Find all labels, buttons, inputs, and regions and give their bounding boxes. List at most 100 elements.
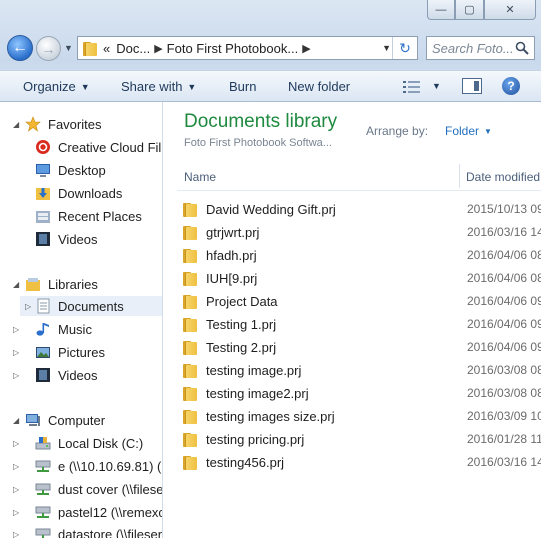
file-row[interactable]: Testing 1.prj 2016/04/06 09:10 [183,313,541,335]
sidebar-item-recent-places[interactable]: Recent Places [35,206,142,226]
network-drive-icon [35,506,51,518]
file-date: 2016/04/06 09:10 [467,317,541,331]
expand-arrow-icon[interactable]: ▷ [13,325,19,334]
preview-pane-icon[interactable] [462,78,482,94]
chevron-right-icon[interactable]: ▶ [154,42,162,55]
address-segment-documents[interactable]: Doc... [116,41,150,56]
folder-icon [183,431,197,447]
file-row[interactable]: hfadh.prj 2016/04/06 08:41 [183,244,541,266]
refresh-button[interactable]: ↻ [392,37,417,59]
sidebar-item-network-datastore[interactable]: ▷ datastore (\\fileserver) [13,524,163,538]
search-placeholder: Search Foto... [432,40,514,56]
column-header-name[interactable]: Name [184,170,216,184]
file-date: 2016/04/06 08:41 [467,248,541,262]
minimize-icon: — [435,3,447,16]
sidebar-item-label: Downloads [58,185,123,201]
sidebar-item-network-e[interactable]: ▷ e (\\10.10.69.81) (E:) [13,456,162,476]
navigation-pane: ◢ Favorites Creative Cloud Files Desktop… [0,102,163,538]
chevron-right-icon[interactable]: ▶ [302,42,310,55]
help-button[interactable]: ? [502,77,520,95]
close-button[interactable]: ✕ [484,0,536,20]
file-date: 2016/03/16 14:20 [467,225,541,239]
file-date: 2015/10/13 09:12 [467,202,541,216]
file-name: Testing 1.prj [206,316,277,332]
expand-arrow-icon[interactable]: ▷ [13,508,19,517]
expand-arrow-icon[interactable]: ▷ [25,302,31,311]
sidebar-item-documents[interactable]: ▷ Documents [20,296,162,316]
network-drive-icon [35,460,51,472]
column-divider[interactable] [459,164,460,188]
address-bar[interactable]: « Doc... ▶ Foto First Photobook... ▶ ▼ ↻ [77,36,418,60]
burn-button[interactable]: Burn [229,79,256,94]
chevron-down-icon[interactable]: ▼ [432,81,441,91]
share-with-button[interactable]: Share with ▼ [121,79,196,94]
file-row[interactable]: Project Data 2016/04/06 09:02 [183,290,541,312]
expand-arrow-icon[interactable]: ▷ [13,371,19,380]
file-row[interactable]: testing image2.prj 2016/03/08 08:35 [183,382,541,404]
sidebar-group-favorites[interactable]: ◢ Favorites [13,114,101,134]
local-disk-icon [35,437,51,450]
expand-arrow-icon[interactable]: ◢ [13,280,19,289]
downloads-icon [36,188,50,200]
expand-arrow-icon[interactable]: ◢ [13,120,19,129]
sidebar-item-videos[interactable]: Videos [35,229,98,249]
desktop-icon [36,164,50,177]
new-folder-button[interactable]: New folder [288,79,350,94]
sidebar-item-label: Desktop [58,162,106,178]
expand-arrow-icon[interactable]: ▷ [13,485,19,494]
library-subtitle[interactable]: Foto First Photobook Softwa... [184,137,332,149]
address-overflow-chevron[interactable]: « [103,41,110,56]
sidebar-item-local-disk[interactable]: ▷ Local Disk (C:) [13,433,143,453]
folder-icon [183,224,197,240]
search-icon [515,41,529,55]
column-header-date-modified[interactable]: Date modified [466,170,540,184]
file-row[interactable]: testing pricing.prj 2016/01/28 11:40 [183,428,541,450]
sidebar-item-network-dust-cover[interactable]: ▷ dust cover (\\fileserver) [13,479,162,499]
file-row[interactable]: IUH[9.prj 2016/04/06 08:43 [183,267,541,289]
sidebar-item-pictures[interactable]: ▷ Pictures [13,342,105,362]
file-row[interactable]: Testing 2.prj 2016/04/06 09:15 [183,336,541,358]
maximize-button[interactable]: ▢ [455,0,484,20]
expand-arrow-icon[interactable]: ▷ [13,462,19,471]
expand-arrow-icon[interactable]: ◢ [13,416,19,425]
forward-button[interactable]: → [36,36,61,61]
organize-button[interactable]: Organize ▼ [23,79,90,94]
sidebar-group-libraries[interactable]: ◢ Libraries [13,274,98,294]
file-date: 2016/03/16 14:25 [467,455,541,469]
file-name: testing images size.prj [206,408,335,424]
sidebar-item-desktop[interactable]: Desktop [35,160,106,180]
folder-icon [183,201,197,217]
expand-arrow-icon[interactable]: ▷ [13,348,19,357]
recent-places-icon [36,211,50,223]
file-row[interactable]: testing images size.prj 2016/03/09 10:05 [183,405,541,427]
expand-arrow-icon[interactable]: ▷ [13,439,19,448]
sidebar-item-label: datastore (\\fileserver) [58,526,163,538]
sidebar-item-downloads[interactable]: Downloads [35,183,122,203]
file-row[interactable]: gtrjwrt.prj 2016/03/16 14:20 [183,221,541,243]
arrange-by-value: Folder [445,124,480,138]
sidebar-item-library-videos[interactable]: ▷ Videos [13,365,98,385]
library-title: Documents library [184,111,338,132]
file-name: IUH[9.prj [206,270,258,286]
minimize-button[interactable]: — [427,0,455,20]
file-row[interactable]: testing image.prj 2016/03/08 08:30 [183,359,541,381]
sidebar-group-computer[interactable]: ◢ Computer [13,410,105,430]
folder-icon [183,247,197,263]
sidebar-item-music[interactable]: ▷ Music [13,319,92,339]
arrange-by-dropdown[interactable]: Folder ▼ [445,124,492,138]
address-dropdown-icon[interactable]: ▼ [382,43,391,53]
search-input[interactable]: Search Foto... [426,36,535,60]
file-row[interactable]: testing456.prj 2016/03/16 14:25 [183,451,541,473]
header-divider [177,190,541,191]
file-name: David Wedding Gift.prj [206,201,336,217]
address-segment-foto-first[interactable]: Foto First Photobook... [167,41,299,56]
sidebar-item-label: Music [58,321,92,337]
sidebar-item-network-pastel12[interactable]: ▷ pastel12 (\\remexchange) [13,502,162,522]
back-button[interactable]: ← [7,35,33,61]
sidebar-item-creative-cloud[interactable]: Creative Cloud Files [35,137,162,157]
sidebar-group-label: Libraries [48,276,98,292]
expand-arrow-icon[interactable]: ▷ [13,530,19,538]
recent-pages-dropdown[interactable]: ▼ [64,43,73,53]
file-row[interactable]: David Wedding Gift.prj 2015/10/13 09:12 [183,198,541,220]
change-view-icon[interactable] [403,80,421,94]
